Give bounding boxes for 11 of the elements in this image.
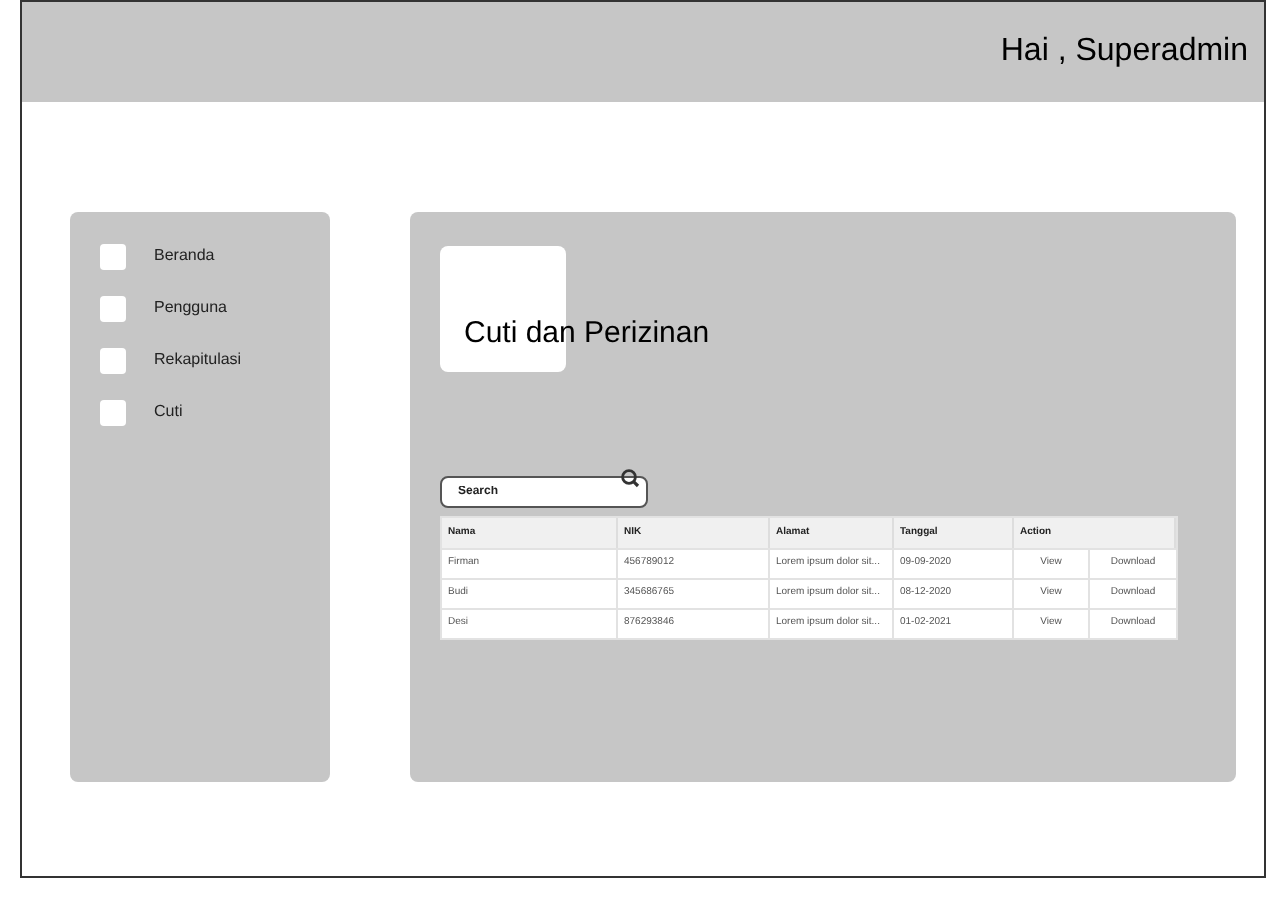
sidebar-item[interactable]: Cuti bbox=[100, 398, 330, 426]
menu-square-icon bbox=[100, 295, 126, 321]
menu-square-icon bbox=[100, 399, 126, 425]
greeting-text: Hai , Superadmin bbox=[1000, 32, 1248, 72]
sidebar-item[interactable]: Rekapitulasi bbox=[100, 346, 330, 374]
sidebar-item[interactable]: Beranda bbox=[100, 242, 330, 270]
search-icon[interactable] bbox=[620, 468, 640, 488]
menu-square-icon bbox=[100, 243, 126, 269]
sidebar-item[interactable]: Pengguna bbox=[100, 294, 330, 322]
menu-square-icon bbox=[100, 347, 126, 373]
page-title: Cuti dan Perizinan bbox=[464, 313, 710, 353]
